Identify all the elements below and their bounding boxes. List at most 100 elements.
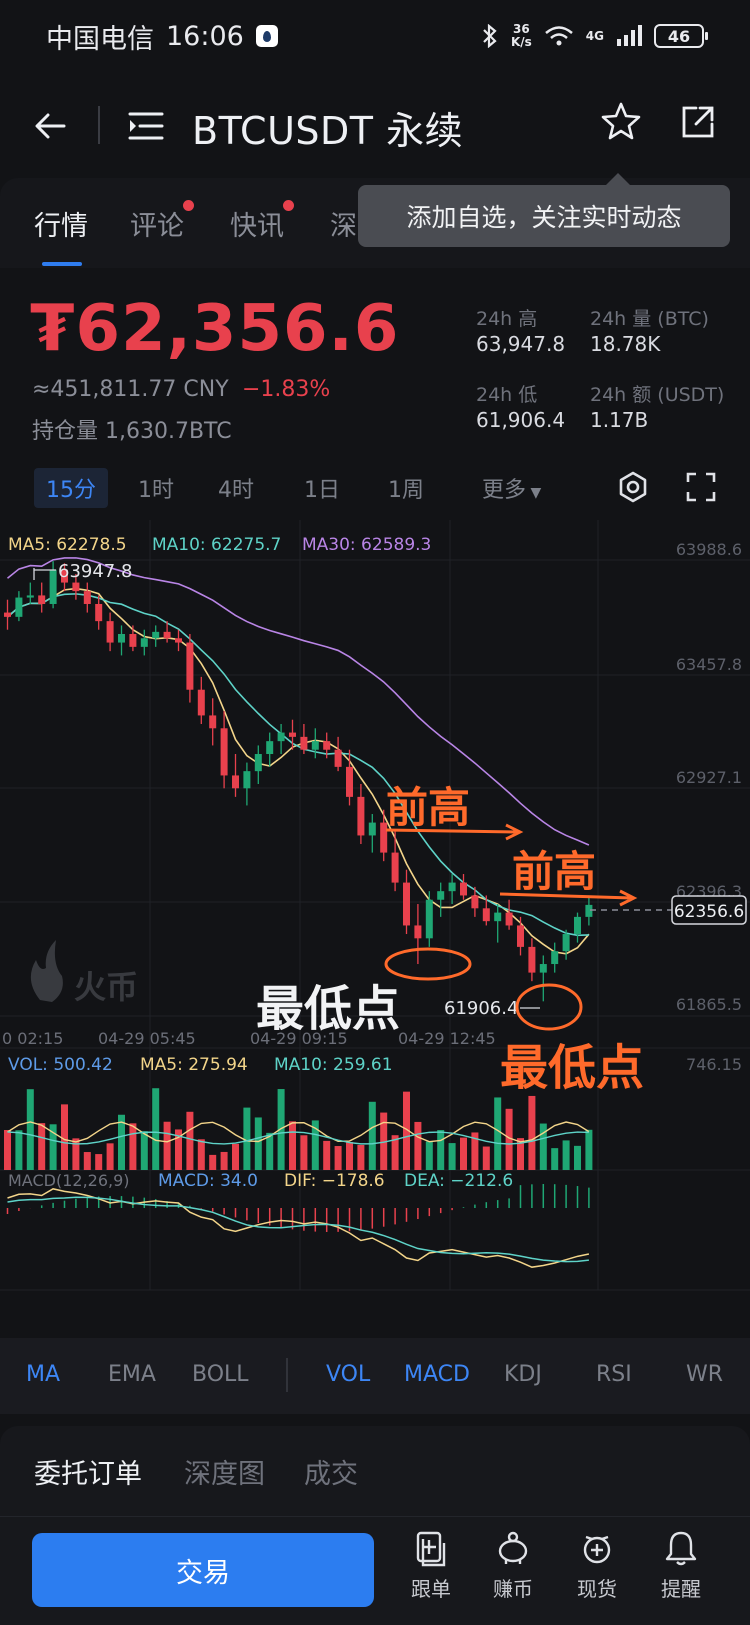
page-title[interactable]: BTCUSDT 永续 <box>192 100 463 155</box>
indicator-wr[interactable]: WR <box>686 1362 723 1387</box>
price-axis-label: 63457.8 <box>676 655 742 674</box>
price-summary: ₮62,356.6 ≈451,811.77 CNY −1.83% 持仓量 1,6… <box>0 270 750 450</box>
candle-body <box>311 741 319 750</box>
back-arrow-icon[interactable] <box>30 106 70 146</box>
indicator-vol[interactable]: VOL <box>326 1362 370 1387</box>
ma10-line <box>6 593 589 937</box>
indicator-ma[interactable]: MA <box>26 1362 60 1387</box>
volume-bar <box>220 1151 228 1170</box>
annotation-lowest-1: 最低点 <box>256 981 400 1037</box>
vol-max-label: 746.15 <box>686 1055 742 1074</box>
timeframe-1w[interactable]: 1周 <box>388 472 424 504</box>
volume-bar <box>232 1143 239 1170</box>
ma30-line <box>6 557 590 846</box>
candle-body <box>15 597 23 617</box>
timeframe-1d[interactable]: 1日 <box>304 472 340 504</box>
candle-body <box>403 882 410 926</box>
volume-bar <box>460 1137 467 1170</box>
volume-bar <box>346 1142 353 1170</box>
flame-icon <box>30 940 63 1002</box>
tab-trades[interactable]: 成交 <box>304 1452 358 1491</box>
candle-body <box>83 591 91 604</box>
spot-button[interactable]: 现货 <box>562 1529 632 1619</box>
volume-bar <box>38 1123 46 1170</box>
candle-body <box>448 882 456 892</box>
vol-ma5-legend: MA5: 275.94 <box>140 1055 248 1075</box>
indicator-macd[interactable]: MACD <box>404 1362 470 1387</box>
low-value: 61,906.4 <box>476 408 566 432</box>
time-axis-label: 04-29 05:45 <box>98 1029 196 1048</box>
timeframe-more[interactable]: 更多 ▼ <box>482 472 541 504</box>
candle-body <box>471 895 479 909</box>
volume-bar <box>83 1152 91 1170</box>
battery-indicator: 46 <box>654 24 708 48</box>
volume-bar <box>368 1101 376 1170</box>
fullscreen-icon[interactable] <box>684 470 718 504</box>
candle-body <box>414 925 422 939</box>
high-value: 63,947.8 <box>476 332 566 356</box>
volume-bar <box>300 1135 308 1170</box>
candle-body <box>460 882 467 896</box>
order-tabs: 委托订单 深度图 成交 <box>0 1426 750 1516</box>
star-icon[interactable] <box>600 100 642 142</box>
timeframe-15m[interactable]: 15分 <box>34 468 108 508</box>
volume-bar <box>334 1146 342 1170</box>
candle-body <box>539 964 547 973</box>
alert-button[interactable]: 提醒 <box>646 1529 716 1619</box>
tab-comments[interactable]: 评论 <box>130 200 194 243</box>
tab-depth-chart[interactable]: 深度图 <box>184 1452 265 1491</box>
trade-button[interactable]: 交易 <box>32 1533 374 1607</box>
nav-divider <box>98 106 100 144</box>
volume-bar <box>209 1154 217 1170</box>
timeframe-4h[interactable]: 4时 <box>218 472 254 504</box>
share-icon[interactable] <box>678 102 718 142</box>
volume-bar <box>197 1139 205 1170</box>
hexagon-settings-icon[interactable] <box>616 470 650 504</box>
watermark-text: 火币 <box>74 968 138 1006</box>
indicator-kdj[interactable]: KDJ <box>504 1362 542 1387</box>
time-axis-label: 0 02:15 <box>2 1029 63 1048</box>
bell-icon <box>665 1531 697 1566</box>
earn-button[interactable]: 赚币 <box>478 1529 548 1619</box>
candle-body <box>197 689 205 716</box>
tab-market[interactable]: 行情 <box>34 204 88 243</box>
volume-bar <box>482 1146 490 1170</box>
volume-bar <box>186 1111 194 1170</box>
candle-body <box>562 934 570 952</box>
candle-body <box>26 595 34 598</box>
candle-body <box>175 638 182 643</box>
tab-depth[interactable]: 深 <box>330 204 357 243</box>
volume-bar <box>4 1130 11 1170</box>
kline-chart-canvas[interactable]: MA5: 62278.5 MA10: 62275.7 MA30: 62589.3… <box>0 520 750 1340</box>
candle-body <box>152 631 160 639</box>
indicator-rsi[interactable]: RSI <box>596 1362 632 1387</box>
tab-news[interactable]: 快讯 <box>230 200 294 243</box>
menu-icon[interactable] <box>126 106 166 146</box>
tab-open-orders[interactable]: 委托订单 <box>34 1452 142 1491</box>
high-label: 24h 高 <box>476 308 538 330</box>
timeframe-1h[interactable]: 1时 <box>138 472 174 504</box>
candlestick-series <box>4 561 593 1002</box>
wifi-icon <box>544 26 573 46</box>
copy-trade-button[interactable]: 跟单 <box>396 1529 466 1619</box>
volume-bar <box>448 1143 456 1170</box>
candle-body <box>163 631 171 639</box>
ma5-legend: MA5: 62278.5 <box>8 535 127 555</box>
candle-body <box>323 741 331 750</box>
time-axis-label: 04-29 12:45 <box>398 1029 496 1048</box>
piggy-bank-icon <box>498 1531 528 1564</box>
candle-body <box>129 633 137 647</box>
open-interest: 持仓量 1,630.7BTC <box>32 419 232 444</box>
favorite-tooltip: 添加自选，关注实时动态 <box>358 173 730 247</box>
bluetooth-icon <box>483 24 497 48</box>
volume-bar <box>289 1121 296 1170</box>
indicator-boll[interactable]: BOLL <box>192 1362 249 1387</box>
kline-chart[interactable]: MA5: 62278.5 MA10: 62275.7 MA30: 62589.3… <box>0 520 750 1340</box>
candle-body <box>95 603 103 622</box>
volume-bar <box>266 1132 274 1170</box>
dif-line <box>7 1188 590 1268</box>
volume-bar <box>414 1121 422 1170</box>
candle-body <box>232 775 239 789</box>
volume-bar <box>551 1148 559 1170</box>
indicator-ema[interactable]: EMA <box>108 1362 156 1387</box>
